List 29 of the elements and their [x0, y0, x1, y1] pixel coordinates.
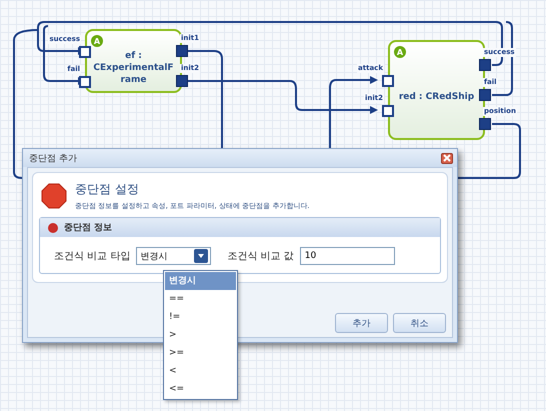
input-port[interactable]	[382, 105, 394, 117]
dropdown-option[interactable]: >	[165, 326, 236, 344]
close-button[interactable]	[441, 152, 453, 164]
atomic-badge: A	[91, 35, 103, 47]
dropdown-option[interactable]: <=	[165, 380, 236, 398]
input-port[interactable]	[79, 46, 91, 58]
dialog-button[interactable]: 추가	[335, 313, 388, 333]
dropdown-option[interactable]: >=	[165, 344, 236, 362]
close-icon	[443, 154, 451, 162]
type-dropdown[interactable]: 변경시	[136, 247, 212, 265]
input-port[interactable]	[79, 76, 91, 88]
window-title: 중단점 추가	[29, 152, 77, 164]
field-label: 조건식 비교 값	[227, 250, 294, 263]
field-label: 조건식 비교 타입	[54, 250, 130, 263]
dialog-heading: 중단점 설정	[75, 181, 140, 198]
model-node[interactable]: A ef : CExperimentalF rame	[85, 29, 182, 93]
dropdown-option[interactable]: !=	[165, 308, 236, 326]
node-title: ef : CExperimentalF rame	[93, 50, 174, 86]
dialog-button[interactable]: 취소	[393, 313, 446, 333]
model-node[interactable]: A red : CRedShip	[388, 40, 485, 140]
atomic-badge: A	[394, 46, 406, 58]
node-title: red : CRedShip	[398, 91, 474, 103]
dropdown-option[interactable]: ==	[165, 290, 236, 308]
dropdown-option[interactable]: <	[165, 362, 236, 380]
ball-icon	[48, 222, 58, 232]
value-field[interactable]: 10	[300, 247, 395, 265]
group-title: 중단점 정보	[64, 222, 112, 234]
input-port[interactable]	[382, 75, 394, 87]
stop-sign-icon	[41, 183, 67, 209]
